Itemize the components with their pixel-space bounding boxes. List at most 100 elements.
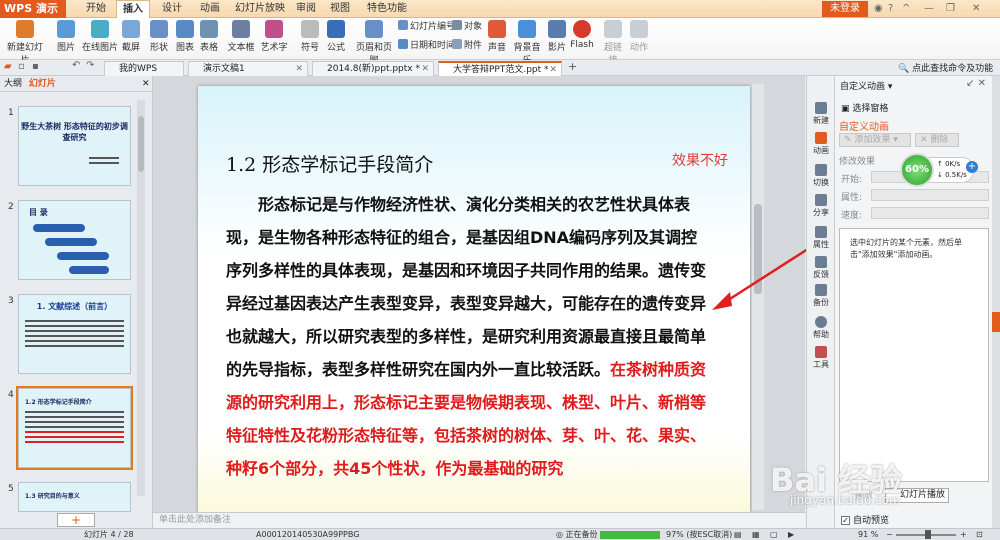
property-select[interactable] [871, 189, 989, 201]
tab-design[interactable]: 设计 [156, 0, 188, 18]
maximize-icon[interactable]: ❐ [946, 3, 955, 14]
doctab-mywps[interactable]: 我的WPS [104, 61, 184, 76]
redo-icon[interactable]: ↷ [86, 60, 94, 71]
header-footer-button[interactable]: 页眉和页脚 [354, 20, 394, 66]
selection-pane-link[interactable]: ▣ 选择窗格 [841, 101, 888, 114]
slide-thumb-5[interactable]: 1.3 研究目的与意义 [18, 482, 131, 512]
tab-start[interactable]: 开始 [80, 0, 112, 18]
custom-anim-header: 自定义动画 [839, 122, 889, 133]
wordart-button[interactable]: 艺术字 [258, 20, 290, 58]
tab-animation[interactable]: 动画 [194, 0, 226, 18]
transition-icon [815, 164, 827, 176]
close-tab-icon[interactable]: ✕ [421, 62, 429, 76]
slide-thumb-2[interactable]: 目 录 [18, 200, 131, 280]
login-button[interactable]: 未登录 [822, 1, 868, 17]
slide-title[interactable]: 1.2 形态学标记手段简介 [226, 150, 433, 177]
side-share[interactable]: 分享 [807, 194, 835, 218]
screenshot-button[interactable]: 截屏 [118, 20, 144, 58]
notes-area[interactable]: 单击此处添加备注 [153, 512, 805, 528]
tab-slides[interactable]: 幻灯片 [29, 79, 56, 89]
shape-button[interactable]: 形状 [146, 20, 172, 58]
zoom-level[interactable]: 91 % [858, 529, 878, 540]
autopreview-checkbox[interactable]: ✓ 自动预览 [841, 513, 889, 526]
object-button[interactable]: 对象 [452, 20, 482, 34]
undo-icon[interactable]: ↶ [72, 60, 80, 71]
slide-number-button[interactable]: 幻灯片编号 [398, 20, 455, 34]
side-tools[interactable]: 工具 [807, 346, 835, 370]
new-tab-icon[interactable]: + [568, 60, 577, 73]
minimize-icon[interactable]: — [924, 3, 934, 14]
zoom-slider-knob[interactable] [925, 530, 931, 539]
symbol-button[interactable]: 符号 [298, 20, 322, 58]
formula-button[interactable]: 公式 [324, 20, 348, 58]
side-feedback[interactable]: 反馈 [807, 256, 835, 280]
help-icon[interactable]: ? [888, 3, 893, 14]
command-search[interactable]: 🔍 点此查找命令及功能 [898, 61, 993, 74]
hyperlink-button[interactable]: 超链接 [600, 20, 626, 66]
animation-list[interactable]: 选中幻灯片的某个元素，然后单击"添加效果"添加动画。 [839, 228, 989, 482]
textbox-button[interactable]: 文本框 [226, 20, 256, 58]
slide-annotation[interactable]: 效果不好 [672, 150, 728, 170]
app-menu-button[interactable]: WPS 演示 ▾ [0, 0, 66, 33]
slide-4[interactable]: 1.2 形态学标记手段简介 效果不好 形态标记是与作物经济性状、演化分类相关的农… [198, 86, 750, 512]
slide-thumb-3[interactable]: 1. 文献综述（前言） [18, 294, 131, 374]
action-button[interactable]: 动作 [628, 20, 650, 58]
folder-icon[interactable]: ▰ [4, 61, 12, 72]
datetime-button[interactable]: 日期和时间 [398, 39, 455, 53]
tab-insert[interactable]: 插入 [116, 0, 150, 18]
close-icon[interactable]: ✕ [972, 3, 980, 14]
speed-select[interactable] [871, 207, 989, 219]
scrollbar-thumb[interactable] [138, 116, 144, 172]
delete-effect-button[interactable]: ✕ 删除 [915, 133, 959, 147]
expand-marker[interactable] [992, 312, 1000, 332]
side-property[interactable]: 属性 [807, 226, 835, 250]
view-reading-icon[interactable]: ▢ [770, 529, 778, 540]
bg-music-button[interactable]: 背景音乐 [510, 20, 544, 66]
zoom-in-icon[interactable]: + [960, 529, 967, 540]
tab-slideshow[interactable]: 幻灯片放映 [232, 0, 288, 18]
side-help[interactable]: 帮助 [807, 316, 835, 340]
slides-scrollbar[interactable] [137, 100, 145, 496]
skin-icon[interactable]: ◉ [874, 3, 883, 14]
slide-thumb-4-selected[interactable]: 1.2 形态学标记手段简介 [16, 386, 133, 470]
sound-button[interactable]: 声音 [486, 20, 508, 58]
tab-outline[interactable]: 大纲 [4, 79, 22, 89]
new-slide-button[interactable]: 新建幻灯片 [4, 20, 46, 66]
close-pane-icon[interactable]: ✕ [978, 78, 986, 89]
collapse-icon[interactable]: ^ [902, 3, 910, 14]
movie-button[interactable]: 影片 [546, 20, 568, 58]
close-tab-icon[interactable]: ✕ [295, 62, 303, 76]
tab-view[interactable]: 视图 [326, 0, 354, 18]
doctab-presentation1[interactable]: 演示文稿1 ✕ [188, 61, 308, 76]
slide-body[interactable]: 形态标记是与作物经济性状、演化分类相关的农艺性状具体表现，是生物各种形态特征的组… [226, 188, 711, 485]
view-slideshow-icon[interactable]: ▶ [788, 529, 794, 540]
close-tab-icon[interactable]: ✕ [549, 63, 557, 76]
chart-button[interactable]: 图表 [174, 20, 196, 58]
online-picture-button[interactable]: 在线图片 [82, 20, 118, 58]
slide-thumb-1[interactable]: 野生大茶树 形态特征的初步调查研究 [18, 106, 131, 186]
side-transition[interactable]: 切换 [807, 164, 835, 188]
view-normal-icon[interactable]: ▤ [734, 529, 742, 540]
doctab-2014-ppt[interactable]: 2014.8(新)ppt.pptx * ✕ [312, 61, 434, 76]
network-speed-widget[interactable]: ↑ 0K/s ↓ 0.5K/s 60% + [900, 153, 980, 187]
new-doc-icon[interactable]: ▫ [18, 61, 25, 72]
table-button[interactable]: 表格 [196, 20, 222, 58]
pin-icon[interactable]: ↙ [966, 78, 974, 89]
picture-button[interactable]: 图片 [52, 20, 80, 58]
save-icon[interactable]: ▪ [32, 61, 39, 72]
add-slide-button[interactable]: + [57, 513, 95, 527]
tab-features[interactable]: 特色功能 [362, 0, 412, 18]
close-panel-icon[interactable]: ✕ [142, 76, 150, 92]
add-effect-button[interactable]: ✎ 添加效果 ▾ [839, 133, 911, 147]
tab-review[interactable]: 审阅 [292, 0, 320, 18]
flash-button[interactable]: Flash [570, 20, 594, 58]
speed-boost-icon[interactable]: + [966, 161, 978, 173]
attachment-button[interactable]: 附件 [452, 39, 482, 53]
zoom-out-icon[interactable]: − [886, 529, 893, 540]
side-animation[interactable]: 动画 [807, 132, 835, 156]
view-sorter-icon[interactable]: ▦ [752, 529, 760, 540]
fit-window-icon[interactable]: ⊡ [976, 529, 983, 540]
side-backup[interactable]: 备份 [807, 284, 835, 308]
doctab-active[interactable]: 大学答辩PPT范文.ppt * ✕ [438, 61, 562, 76]
side-new[interactable]: 新建 [807, 102, 835, 126]
